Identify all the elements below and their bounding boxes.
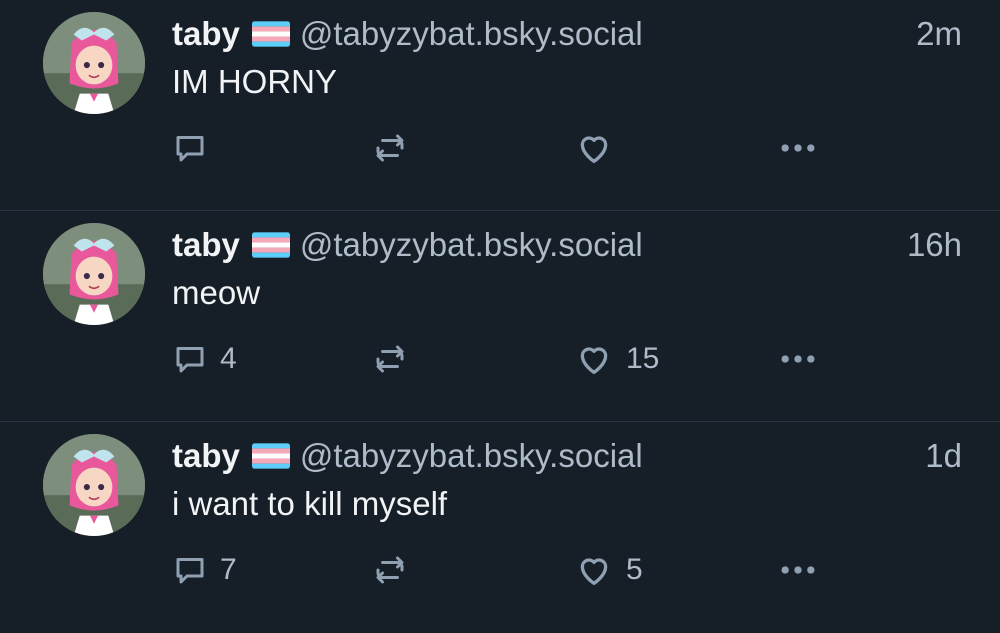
anime-girl-avatar-icon [43, 223, 145, 325]
reply-button[interactable]: 4 [172, 337, 237, 381]
reply-button[interactable]: 7 [172, 548, 237, 592]
reply-icon [176, 347, 204, 373]
trans-flag-icon [251, 232, 290, 258]
repost-icon [376, 556, 404, 584]
timestamp[interactable]: 2m [916, 12, 962, 56]
reply-count: 4 [220, 342, 237, 375]
avatar[interactable] [43, 434, 145, 536]
like-count: 5 [626, 553, 643, 586]
heart-icon [580, 347, 608, 374]
post-header: taby @tabyzybat.bsky.social [172, 223, 643, 267]
post-header: taby @tabyzybat.bsky.social [172, 12, 643, 56]
timestamp[interactable]: 16h [907, 223, 962, 267]
like-count: 15 [626, 342, 660, 375]
post-actions: 7 5 [172, 548, 832, 592]
post-actions: 4 15 [172, 337, 832, 381]
post-text: meow [172, 274, 261, 311]
post[interactable]: taby @tabyzybat.bsky.social 16h meow 4 1… [0, 211, 1000, 422]
display-name[interactable]: taby [172, 15, 240, 53]
post-actions [172, 126, 832, 170]
more-options-button[interactable] [776, 337, 820, 381]
handle[interactable]: @tabyzybat.bsky.social [300, 15, 643, 53]
anime-girl-avatar-icon [43, 12, 145, 114]
like-button[interactable] [574, 126, 626, 170]
handle[interactable]: @tabyzybat.bsky.social [300, 226, 643, 264]
post-text: IM HORNY [172, 63, 337, 100]
display-name[interactable]: taby [172, 437, 240, 475]
heart-icon [580, 558, 608, 585]
more-options-button[interactable] [776, 548, 820, 592]
repost-button[interactable] [372, 337, 420, 381]
ellipsis-icon [781, 355, 815, 363]
repost-icon [376, 134, 404, 162]
handle[interactable]: @tabyzybat.bsky.social [300, 437, 643, 475]
more-options-button[interactable] [776, 126, 820, 170]
post-feed: taby @tabyzybat.bsky.social 2m IM HORNY [0, 0, 1000, 633]
repost-icon [376, 345, 404, 373]
reply-count: 7 [220, 553, 237, 586]
reply-button[interactable] [172, 126, 220, 170]
post[interactable]: taby @tabyzybat.bsky.social 2m IM HORNY [0, 0, 1000, 211]
reply-icon [176, 136, 204, 162]
trans-flag-icon [251, 21, 290, 47]
reply-icon [176, 558, 204, 584]
avatar[interactable] [43, 223, 145, 325]
ellipsis-icon [781, 566, 815, 574]
display-name[interactable]: taby [172, 226, 240, 264]
anime-girl-avatar-icon [43, 434, 145, 536]
repost-button[interactable] [372, 548, 420, 592]
post-header: taby @tabyzybat.bsky.social [172, 434, 643, 478]
post[interactable]: taby @tabyzybat.bsky.social 1d i want to… [0, 422, 1000, 633]
trans-flag-icon [251, 443, 290, 469]
post-text: i want to kill myself [172, 485, 448, 522]
like-button[interactable]: 5 [574, 548, 643, 592]
heart-icon [580, 136, 608, 163]
like-button[interactable]: 15 [574, 337, 659, 381]
ellipsis-icon [781, 144, 815, 152]
timestamp[interactable]: 1d [925, 434, 962, 478]
avatar[interactable] [43, 12, 145, 114]
repost-button[interactable] [372, 126, 420, 170]
